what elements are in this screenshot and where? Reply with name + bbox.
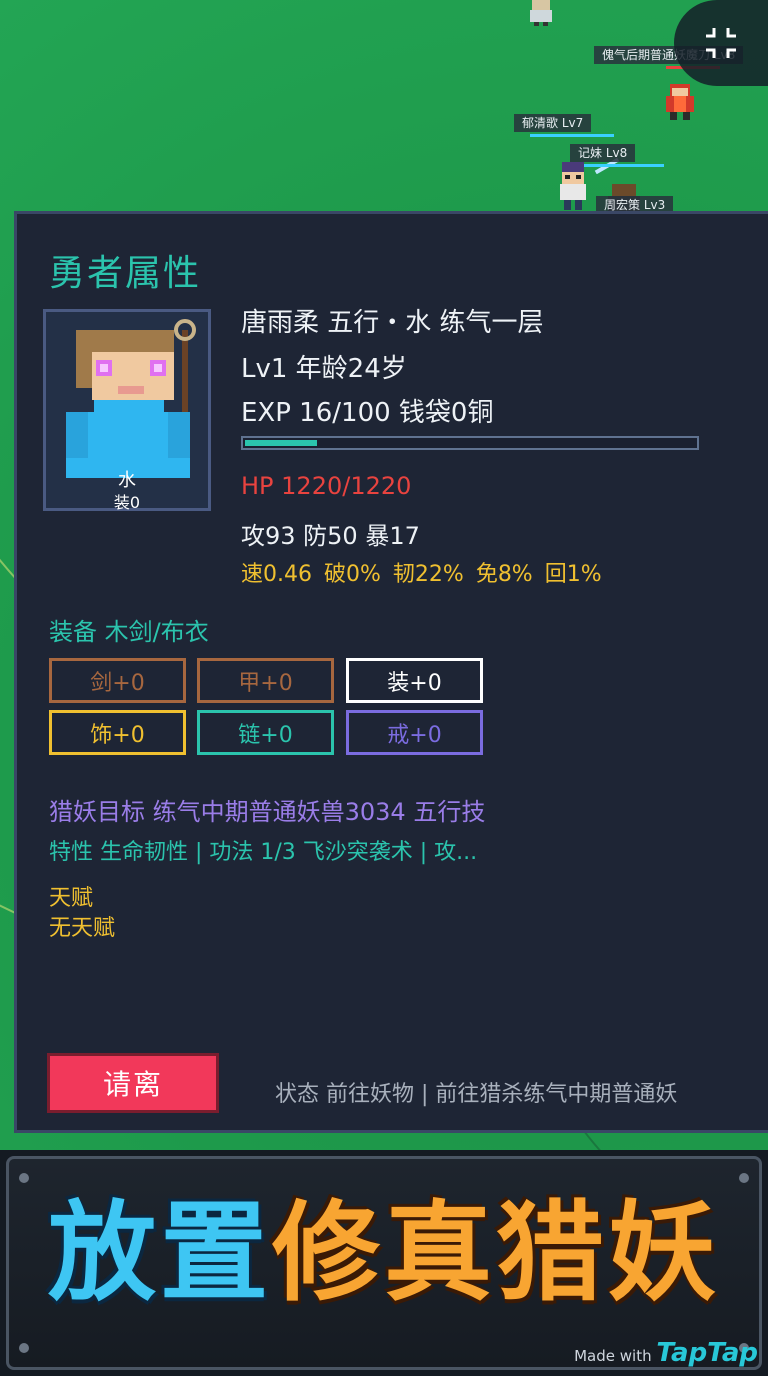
taptap-logo: TapTap	[656, 1338, 758, 1368]
exp-progress-bar	[241, 436, 699, 450]
avatar-equip-count: 装0	[113, 493, 141, 512]
npc-sprite[interactable]	[526, 0, 556, 26]
stat-toughness: 韧22%	[392, 562, 464, 587]
stat-immune: 免8%	[475, 562, 533, 587]
trait-skill-line: 特性 生命韧性 | 功法 1/3 飞沙突袭术 | 攻...	[49, 840, 478, 865]
npc-name-tag: 记妹 Lv8	[570, 144, 636, 162]
equip-slot-ring[interactable]: 戒+0	[346, 710, 483, 755]
dismiss-button[interactable]: 请离	[47, 1053, 219, 1113]
collapse-icon	[706, 28, 736, 58]
npc-hp-bar	[584, 164, 664, 167]
rivet-icon	[739, 1173, 749, 1183]
npc-sprite[interactable]	[664, 84, 696, 120]
hero-combat-line: 攻93 防50 暴17	[241, 522, 420, 550]
equip-slot-armor[interactable]: 甲+0	[197, 658, 334, 703]
equipment-label: 装备 木剑/布衣	[49, 618, 209, 646]
panel-title: 勇者属性	[49, 253, 202, 294]
rivet-icon	[19, 1173, 29, 1183]
npc-name-tag: 郁清歌 Lv7	[514, 114, 592, 132]
npc-hp-bar	[530, 134, 614, 137]
stat-regen: 回1%	[544, 562, 602, 587]
banner-title-blue: 放置	[47, 1191, 272, 1316]
stat-speed: 速0.46	[241, 562, 312, 587]
hero-avatar: 水 装0	[43, 309, 211, 514]
banner-title: 放置修真猎妖	[0, 1190, 768, 1318]
hero-substats-line: 速0.46 破0% 韧22% 免8% 回1%	[241, 556, 614, 588]
hunt-target-line: 猎妖目标 练气中期普通妖兽3034 五行技	[49, 798, 486, 826]
npc-sprite[interactable]	[556, 162, 590, 212]
talent-title: 天赋	[49, 886, 94, 911]
exp-progress-fill	[245, 440, 317, 446]
avatar-label: 水 装0	[46, 470, 208, 514]
stat-pierce: 破0%	[324, 562, 381, 587]
equip-slot-ornament[interactable]: 饰+0	[49, 710, 186, 755]
hero-exp-line: EXP 16/100 钱袋0铜	[241, 398, 494, 428]
minimize-button[interactable]	[674, 0, 768, 86]
made-with-watermark: Made with TapTap	[574, 1338, 758, 1368]
promo-banner: 放置修真猎妖 Made with TapTap	[0, 1150, 768, 1376]
talent-value: 无天赋	[49, 916, 116, 941]
hero-hp-line: HP 1220/1220	[241, 472, 412, 500]
equip-slot-sword[interactable]: 剑+0	[49, 658, 186, 703]
hero-attribute-panel: 勇者属性 水 装0 唐雨柔 五行・水 练气一层 Lv1 年龄24岁 EXP 16…	[14, 211, 768, 1133]
status-line: 状态 前往妖物 | 前往猎杀练气中期普通妖	[275, 1082, 678, 1107]
hero-name-line: 唐雨柔 五行・水 练气一层	[241, 308, 544, 338]
banner-title-orange: 修真猎妖	[272, 1191, 721, 1316]
equip-slot-outfit[interactable]: 装+0	[346, 658, 483, 703]
equip-slot-necklace[interactable]: 链+0	[197, 710, 334, 755]
avatar-element: 水	[118, 470, 136, 491]
rivet-icon	[19, 1343, 29, 1353]
hero-level-line: Lv1 年龄24岁	[241, 354, 407, 384]
made-with-prefix: Made with	[574, 1347, 652, 1365]
